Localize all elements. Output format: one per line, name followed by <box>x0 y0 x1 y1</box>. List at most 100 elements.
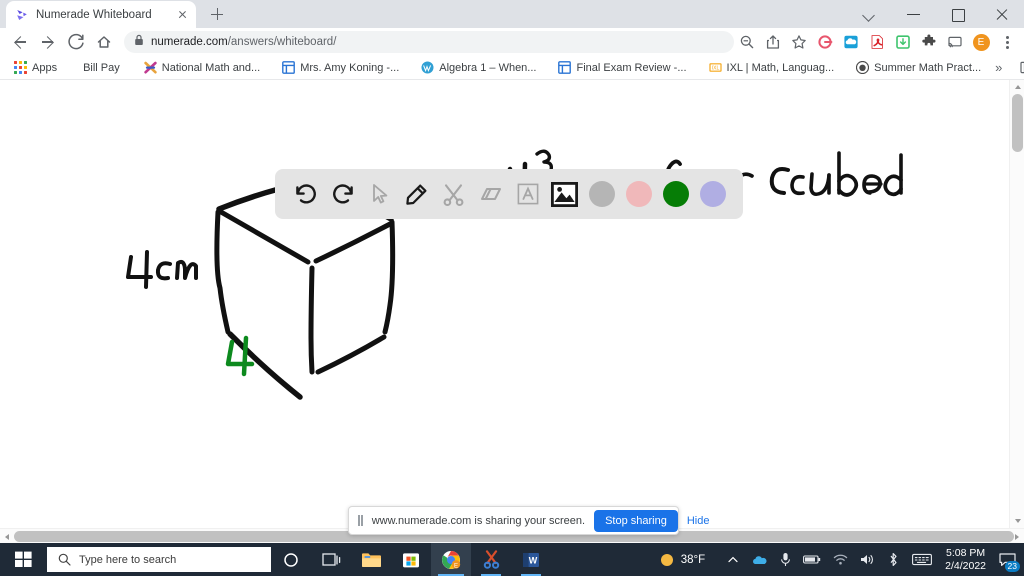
site-secure-lock-icon <box>134 33 144 51</box>
profile-avatar[interactable]: E <box>968 29 994 55</box>
close-window-button[interactable] <box>980 0 1024 28</box>
ixl-icon: IXL <box>708 61 722 74</box>
scroll-up-arrow-icon[interactable] <box>1010 80 1024 94</box>
bookmark-label: Summer Math Pract... <box>874 61 982 74</box>
microphone-icon[interactable] <box>774 543 797 576</box>
bookmark-label: Bill Pay <box>83 61 120 74</box>
task-view-icon[interactable] <box>311 543 351 576</box>
bookmark-summer-math-practice[interactable]: Summer Math Pract... <box>850 59 987 76</box>
microsoft-store-icon[interactable] <box>391 543 431 576</box>
google-chrome-icon[interactable]: E <box>431 543 471 576</box>
color-gray-swatch[interactable] <box>583 175 620 213</box>
taskbar-clock[interactable]: 5:08 PM 2/4/2022 <box>938 547 993 573</box>
extension-onedrive-icon[interactable] <box>838 29 864 55</box>
scroll-down-arrow-icon[interactable] <box>1010 514 1024 528</box>
minimize-button[interactable] <box>892 0 936 28</box>
new-tab-button[interactable] <box>204 1 230 27</box>
zoom-out-icon[interactable] <box>734 29 760 55</box>
reload-button[interactable] <box>62 28 90 56</box>
sites-grid-icon <box>282 61 296 74</box>
cortana-circle-icon[interactable] <box>271 543 311 576</box>
text-tool[interactable] <box>509 175 546 213</box>
navigation-toolbar: numerade.com/answers/whiteboard/ E <box>0 28 1024 56</box>
color-purple-swatch[interactable] <box>694 175 731 213</box>
share-icon[interactable] <box>760 29 786 55</box>
hide-sharing-button[interactable]: Hide <box>687 515 710 527</box>
extension-adobe-acrobat-icon[interactable] <box>864 29 890 55</box>
notification-center-icon[interactable]: 23 <box>993 543 1022 576</box>
bookmark-apps[interactable]: Apps <box>8 59 63 76</box>
sharing-bars-icon <box>358 515 363 526</box>
vertical-scrollbar-thumb[interactable] <box>1012 94 1023 152</box>
address-bar[interactable]: numerade.com/answers/whiteboard/ <box>124 31 734 53</box>
microsoft-word-icon[interactable]: W <box>511 543 551 576</box>
svg-text:E: E <box>454 563 458 569</box>
bookmark-ixl[interactable]: IXL IXL | Math, Languag... <box>703 59 841 76</box>
weather-widget[interactable]: 38°F <box>653 543 721 576</box>
back-button[interactable] <box>6 28 34 56</box>
tab-title: Numerade Whiteboard <box>36 8 152 21</box>
show-hidden-icons-chevron-icon[interactable] <box>721 543 745 576</box>
sun-icon <box>660 553 673 566</box>
bookmark-national-math[interactable]: National Math and... <box>138 59 266 76</box>
pencil-tool[interactable] <box>398 175 435 213</box>
vertical-scrollbar[interactable] <box>1009 80 1024 528</box>
extension-grammarly-icon[interactable] <box>812 29 838 55</box>
file-explorer-icon[interactable] <box>351 543 391 576</box>
forward-button[interactable] <box>34 28 62 56</box>
scroll-left-arrow-icon[interactable] <box>0 529 14 544</box>
cast-icon[interactable] <box>942 29 968 55</box>
select-cursor-tool[interactable] <box>361 175 398 213</box>
kebab-dots <box>996 31 1018 53</box>
home-button[interactable] <box>90 28 118 56</box>
color-pink <box>625 181 652 207</box>
bookmarks-bar: Apps Bill Pay National Math and... Mrs. … <box>0 56 1024 80</box>
notification-count-badge: 23 <box>1004 561 1020 572</box>
window-controls <box>848 0 1024 28</box>
volume-speaker-icon[interactable] <box>854 543 881 576</box>
chrome-menu-kebab-icon[interactable] <box>994 29 1020 55</box>
color-green <box>662 181 689 207</box>
eraser-tool[interactable] <box>472 175 509 213</box>
maximize-button[interactable] <box>936 0 980 28</box>
snipping-tool-icon[interactable] <box>471 543 511 576</box>
color-gray <box>588 181 615 207</box>
bookmark-mrs-amy-koning[interactable]: Mrs. Amy Koning -... <box>276 59 405 76</box>
whiteboard-canvas[interactable] <box>0 80 1009 528</box>
bookmark-label: IXL | Math, Languag... <box>726 61 835 74</box>
tab-close-icon[interactable] <box>175 7 190 22</box>
tab-search-chevron-down-icon[interactable] <box>848 0 892 28</box>
search-icon <box>58 553 71 566</box>
bookmark-final-exam-review[interactable]: Final Exam Review -... <box>552 59 692 76</box>
svg-text:W: W <box>529 555 538 565</box>
scroll-right-arrow-icon[interactable] <box>1010 529 1024 544</box>
windows-start-button[interactable] <box>0 543 47 576</box>
image-tool[interactable] <box>546 175 583 213</box>
bookmark-bill-pay[interactable]: Bill Pay <box>77 60 126 76</box>
bookmark-algebra-1[interactable]: Algebra 1 – When... <box>415 59 542 76</box>
extensions-puzzle-icon[interactable] <box>916 29 942 55</box>
tab-numerade-whiteboard[interactable]: Numerade Whiteboard <box>6 1 196 28</box>
apps-grid-icon <box>14 61 27 74</box>
screen-share-notification: www.numerade.com is sharing your screen.… <box>348 506 709 535</box>
redo-button[interactable] <box>324 175 361 213</box>
bookmark-star-icon[interactable] <box>786 29 812 55</box>
sites-grid-icon <box>558 61 572 74</box>
bluetooth-pen-icon[interactable] <box>881 543 906 576</box>
onedrive-cloud-icon[interactable] <box>745 543 774 576</box>
ink-layer <box>126 149 903 400</box>
bookmarks-overflow-button[interactable]: » <box>987 60 1010 75</box>
bookmark-label: National Math and... <box>161 61 261 74</box>
color-green-swatch[interactable] <box>657 175 694 213</box>
touch-keyboard-icon[interactable] <box>906 543 938 576</box>
undo-button[interactable] <box>287 175 324 213</box>
taskbar-search-input[interactable]: Type here to search <box>47 547 271 572</box>
reading-list-button[interactable]: Reading list <box>1020 56 1024 80</box>
system-tray: 38°F 5:08 PM 2/4/2022 23 <box>653 543 1024 576</box>
stop-sharing-button[interactable]: Stop sharing <box>594 509 678 532</box>
scissors-tool[interactable] <box>435 175 472 213</box>
extension-save-icon[interactable] <box>890 29 916 55</box>
battery-icon[interactable] <box>797 543 827 576</box>
wifi-icon[interactable] <box>827 543 854 576</box>
color-pink-swatch[interactable] <box>620 175 657 213</box>
